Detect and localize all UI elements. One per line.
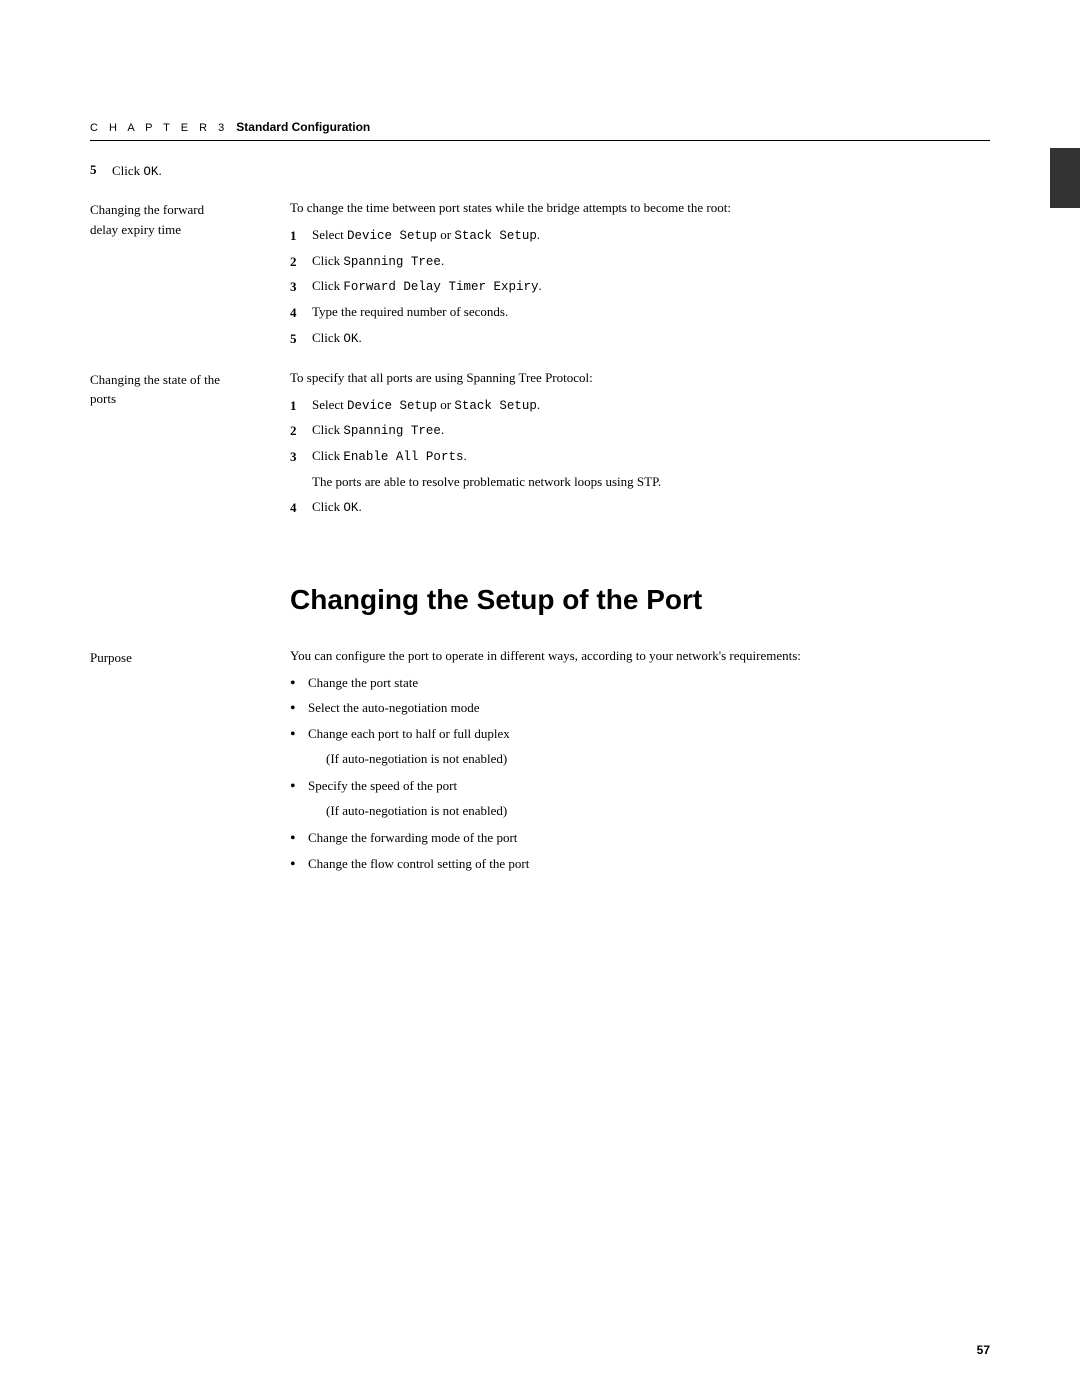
port-state-step-4: 4 Click OK. — [290, 497, 990, 519]
bullet-icon: • — [290, 854, 308, 876]
step-num: 4 — [290, 497, 312, 519]
list-item: • (If auto-negotiation is not enabled) — [290, 801, 990, 825]
bullet-icon: • — [290, 673, 308, 695]
intro-step-code: OK — [143, 165, 158, 179]
purpose-content: You can configure the port to operate in… — [290, 646, 990, 882]
intro-step-num: 5 — [90, 161, 112, 182]
step-text: Click OK. — [312, 497, 990, 518]
bullet-text: Change each port to half or full duplex — [308, 724, 510, 745]
forward-delay-intro: To change the time between port states w… — [290, 198, 990, 219]
port-state-step-2: 2 Click Spanning Tree. — [290, 420, 990, 442]
page: C H A P T E R 3 Standard Configuration 5… — [0, 0, 1080, 1397]
chapter-label: C H A P T E R 3 — [90, 122, 228, 134]
bullet-text: Change the forwarding mode of the port — [308, 828, 517, 849]
list-item: • Change the forwarding mode of the port — [290, 828, 990, 850]
heading-left-spacer — [90, 553, 290, 637]
list-item: • Select the auto-negotiation mode — [290, 698, 990, 720]
bullet-sub-text: (If auto-negotiation is not enabled) — [326, 801, 507, 822]
purpose-intro: You can configure the port to operate in… — [290, 646, 990, 667]
heading-right: Changing the Setup of the Port — [290, 553, 990, 637]
step-text: Click Spanning Tree. — [312, 420, 990, 441]
forward-delay-step-1: 1 Select Device Setup or Stack Setup. — [290, 225, 990, 247]
forward-delay-step-5: 5 Click OK. — [290, 328, 990, 350]
step-num: 3 — [290, 446, 312, 468]
bullet-text: Specify the speed of the port — [308, 776, 457, 797]
purpose-section: Purpose You can configure the port to op… — [90, 646, 990, 882]
port-state-intro: To specify that all ports are using Span… — [290, 368, 990, 389]
forward-delay-step-4: 4 Type the required number of seconds. — [290, 302, 990, 324]
step-num: 2 — [290, 251, 312, 273]
page-number: 57 — [977, 1343, 990, 1357]
forward-delay-label: Changing the forward delay expiry time — [90, 198, 290, 354]
bullet-sub-text: (If auto-negotiation is not enabled) — [326, 749, 507, 770]
step-num: 2 — [290, 420, 312, 442]
intro-step-text: Click OK. — [112, 161, 990, 182]
forward-delay-label-line2: delay expiry time — [90, 222, 181, 237]
step-text: Click Spanning Tree. — [312, 251, 990, 272]
step-text: Click Forward Delay Timer Expiry. — [312, 276, 990, 297]
chapter-header-line: C H A P T E R 3 Standard Configuration — [90, 120, 990, 141]
step-text: Select Device Setup or Stack Setup. — [312, 395, 990, 416]
step-num: 3 — [290, 276, 312, 298]
port-state-step-1: 1 Select Device Setup or Stack Setup. — [290, 395, 990, 417]
intro-step-prefix: Click — [112, 163, 143, 178]
bullet-text: Change the port state — [308, 673, 418, 694]
step-num: 1 — [290, 395, 312, 417]
list-item: • (If auto-negotiation is not enabled) — [290, 749, 990, 773]
port-state-step-3-sub: The ports are able to resolve problemati… — [312, 472, 990, 493]
chapter-header: C H A P T E R 3 Standard Configuration — [0, 0, 1080, 141]
list-item: • Change the port state — [290, 673, 990, 695]
forward-delay-label-line1: Changing the forward — [90, 202, 204, 217]
bullet-text: Select the auto-negotiation mode — [308, 698, 479, 719]
bullet-icon: • — [290, 698, 308, 720]
step-num: 1 — [290, 225, 312, 247]
list-item: • Change each port to half or full duple… — [290, 724, 990, 746]
forward-delay-step-3: 3 Click Forward Delay Timer Expiry. — [290, 276, 990, 298]
bullet-icon: • — [290, 828, 308, 850]
intro-step-suffix: . — [158, 163, 161, 178]
step-text: Type the required number of seconds. — [312, 302, 990, 323]
purpose-bullet-list: • Change the port state • Select the aut… — [290, 673, 990, 876]
section-forward-delay: Changing the forward delay expiry time T… — [90, 198, 990, 354]
step-num: 4 — [290, 302, 312, 324]
step-text: Click Enable All Ports. — [312, 446, 990, 467]
bullet-icon: • — [290, 724, 308, 746]
purpose-label: Purpose — [90, 646, 290, 882]
step-num: 5 — [290, 328, 312, 350]
section-port-state: Changing the state of the ports To speci… — [90, 368, 990, 523]
forward-delay-step-2: 2 Click Spanning Tree. — [290, 251, 990, 273]
forward-delay-content: To change the time between port states w… — [290, 198, 990, 354]
intro-step-5: 5 Click OK. — [90, 161, 990, 182]
list-item: • Change the flow control setting of the… — [290, 854, 990, 876]
port-state-label: Changing the state of the ports — [90, 368, 290, 523]
main-section-heading: Changing the Setup of the Port — [290, 583, 990, 617]
port-state-label-line2: ports — [90, 391, 116, 406]
bookmark-tab — [1050, 148, 1080, 208]
section-heading-row: Changing the Setup of the Port — [90, 553, 990, 637]
bullet-text: Change the flow control setting of the p… — [308, 854, 529, 875]
chapter-title: Standard Configuration — [236, 120, 370, 134]
step-text: Select Device Setup or Stack Setup. — [312, 225, 990, 246]
step-text: Click OK. — [312, 328, 990, 349]
list-item: • Specify the speed of the port — [290, 776, 990, 798]
content-area: 5 Click OK. Changing the forward delay e… — [0, 161, 1080, 882]
port-state-content: To specify that all ports are using Span… — [290, 368, 990, 523]
bullet-icon: • — [290, 776, 308, 798]
port-state-step-3: 3 Click Enable All Ports. — [290, 446, 990, 468]
port-state-label-line1: Changing the state of the — [90, 372, 220, 387]
